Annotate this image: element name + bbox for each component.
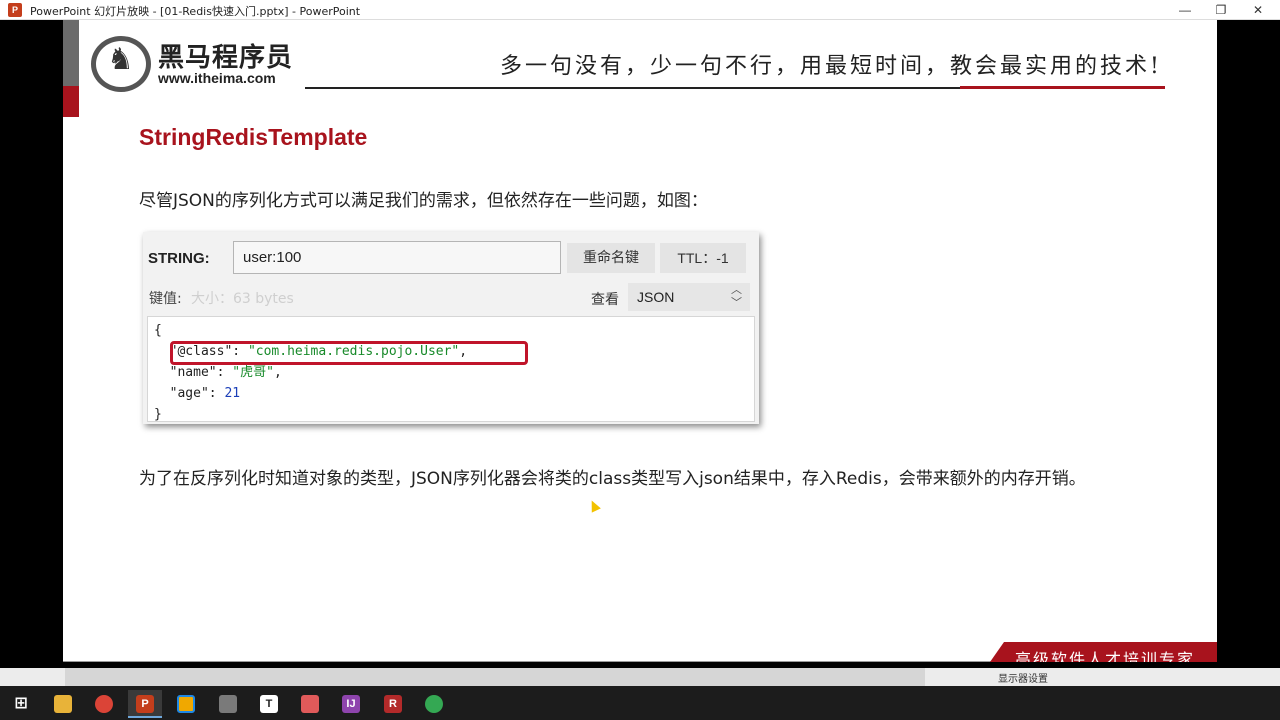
minimize-button[interactable]: —	[1170, 0, 1200, 20]
json-colon: :	[216, 365, 233, 380]
window-title: PowerPoint 幻灯片放映 - [01-Redis快速入门.pptx] -…	[30, 5, 361, 18]
footer-slogan: 高级软件人才培训专家	[1015, 650, 1196, 662]
intro-text: 尽管JSON的序列化方式可以满足我们的需求，但依然存在一些问题，如图：	[139, 191, 708, 211]
rename-key-button: 重命名键	[567, 243, 655, 273]
motto: 多一句没有，少一句不行，用最短时间，教会最实用的技术!	[500, 54, 1162, 79]
file-explorer-icon[interactable]	[46, 690, 80, 718]
close-button[interactable]: ✕	[1243, 0, 1273, 20]
json-key: "age"	[169, 386, 209, 401]
taskbar: ⊞ P T IJ R	[0, 686, 1280, 720]
json-number-value: 21	[224, 386, 241, 401]
json-comma: ,	[273, 365, 282, 380]
maximize-button[interactable]: ❐	[1206, 0, 1236, 20]
chevron-updown-icon: ︿ ﹀	[731, 284, 742, 309]
horse-icon: ♞	[107, 43, 134, 76]
snipping-icon[interactable]	[211, 690, 245, 718]
json-brace-open: {	[154, 323, 162, 338]
class-highlight-box	[170, 341, 528, 365]
key-input: user:100	[233, 241, 561, 274]
powerpoint-icon: P	[8, 3, 22, 17]
chrome-alt-icon[interactable]	[417, 690, 451, 718]
json-key: "name"	[169, 365, 217, 380]
header-divider-accent	[960, 86, 1165, 89]
ttl-label: TTL：-1	[660, 243, 746, 273]
value-label: 键值:	[149, 291, 182, 307]
status-bar: 显示器设置	[0, 668, 1280, 686]
status-text[interactable]: 显示器设置	[998, 670, 1048, 685]
type-label: STRING:	[148, 250, 210, 267]
window-titlebar: P PowerPoint 幻灯片放映 - [01-Redis快速入门.pptx]…	[0, 0, 1280, 20]
view-mode-select: JSON ︿ ﹀	[628, 283, 750, 311]
intellij-icon[interactable]: IJ	[334, 690, 368, 718]
view-label: 查看	[591, 292, 619, 308]
windows-start-icon[interactable]: ⊞	[4, 690, 38, 718]
brand-name: 黑马程序员	[158, 43, 294, 73]
decor-bar-gray	[63, 20, 79, 86]
powerpoint-taskbar-icon[interactable]: P	[128, 690, 162, 718]
brand-url: www.itheima.com	[158, 70, 276, 86]
json-colon: :	[208, 386, 225, 401]
chrome-icon[interactable]	[87, 690, 121, 718]
json-line: "age": 21	[154, 383, 754, 404]
view-mode-value: JSON	[637, 289, 675, 305]
slide-title: StringRedisTemplate	[139, 124, 368, 150]
slide: ♞ 黑马程序员 www.itheima.com 多一句没有，少一句不行，用最短时…	[63, 20, 1217, 662]
app-stack-icon[interactable]	[293, 690, 327, 718]
json-value-view: { "@class": "com.heima.redis.pojo.User",…	[147, 316, 755, 422]
json-line: }	[154, 404, 754, 425]
decor-bar-red	[63, 86, 79, 117]
json-string-value: "虎哥"	[232, 365, 274, 380]
json-brace-close: }	[154, 407, 162, 422]
typora-icon[interactable]: T	[252, 690, 286, 718]
redis-viewer-screenshot: STRING: user:100 重命名键 TTL：-1 键值: 大小：63 b…	[143, 232, 759, 424]
redis-desktop-icon[interactable]: R	[376, 690, 410, 718]
app-frame-icon[interactable]	[169, 690, 203, 718]
status-progress	[65, 668, 925, 686]
json-line: "name": "虎哥",	[154, 362, 754, 383]
explanation-text: 为了在反序列化时知道对象的类型，JSON序列化器会将类的class类型写入jso…	[139, 469, 1086, 489]
size-label: 大小：63 bytes	[191, 291, 294, 307]
json-line: {	[154, 320, 754, 341]
